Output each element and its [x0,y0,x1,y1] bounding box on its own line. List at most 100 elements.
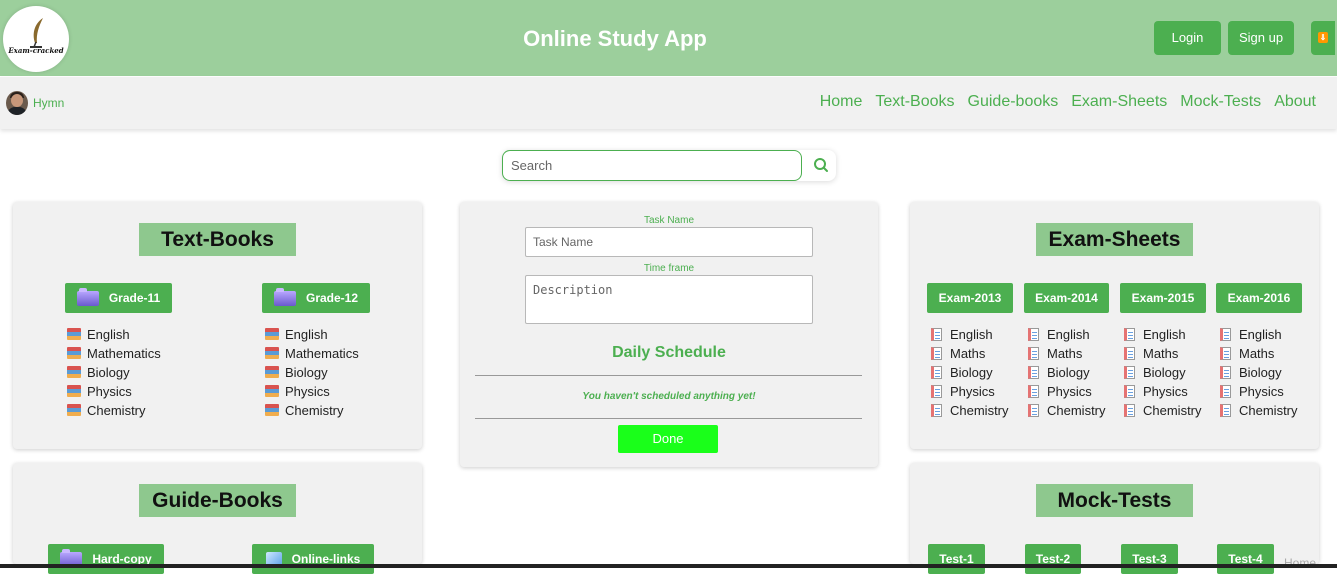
folder-icon [273,287,296,306]
done-button[interactable]: Done [618,425,718,453]
list-item[interactable]: Biology [1220,363,1298,382]
list-item[interactable]: English [1124,325,1202,344]
list-item[interactable]: Biology [1124,363,1202,382]
memo-icon [1124,404,1135,417]
nav-link-text-books[interactable]: Text-Books [875,93,954,111]
exam-2015-button[interactable]: Exam-2015 [1120,283,1206,313]
list-item[interactable]: Biology [67,363,161,382]
list-item[interactable]: English [1028,325,1106,344]
list-item[interactable]: Mathematics [265,344,359,363]
search-input[interactable] [502,150,802,181]
exam-2015-subjects: English Maths Biology Physics Chemistry [1124,325,1202,420]
test-3-button[interactable]: Test-3 [1121,544,1178,574]
exam-sheets-title: Exam-Sheets [1036,223,1193,256]
list-item[interactable]: Chemistry [265,401,359,420]
list-item[interactable]: Biology [931,363,1009,382]
test-2-button[interactable]: Test-2 [1025,544,1081,574]
memo-icon [1028,366,1039,379]
list-item[interactable]: Maths [1028,344,1106,363]
exam-2014-button[interactable]: Exam-2014 [1024,283,1109,313]
download-button[interactable]: ⇓ [1311,21,1335,55]
memo-icon [1220,404,1231,417]
list-item[interactable]: Chemistry [931,401,1009,420]
list-item[interactable]: Mathematics [67,344,161,363]
search-icon [814,158,828,172]
memo-icon [1124,347,1135,360]
memo-icon [1220,328,1231,341]
memo-icon [1028,385,1039,398]
signup-button[interactable]: Sign up [1228,21,1294,55]
list-item[interactable]: Physics [931,382,1009,401]
folder-icon [76,287,99,306]
task-name-input[interactable] [525,227,813,257]
memo-icon [1124,366,1135,379]
books-icon [67,404,81,416]
list-item[interactable]: Biology [1028,363,1106,382]
test-1-button[interactable]: Test-1 [928,544,985,574]
download-icon: ⇓ [1318,32,1328,43]
nav-link-exam-sheets[interactable]: Exam-Sheets [1071,93,1167,111]
time-frame-label: Time frame [643,263,695,274]
list-item[interactable]: English [265,325,359,344]
nav-link-mock-tests[interactable]: Mock-Tests [1180,93,1261,111]
list-item[interactable]: Chemistry [1124,401,1202,420]
memo-icon [1220,385,1231,398]
nav-link-guide-books[interactable]: Guide-books [968,93,1059,111]
books-icon [67,347,81,359]
memo-icon [1220,347,1231,360]
list-item[interactable]: Physics [1220,382,1298,401]
memo-icon [931,385,942,398]
books-icon [67,366,81,378]
guide-books-title: Guide-Books [139,484,296,517]
text-books-card: Text-Books Grade-11 Grade-12 English Mat… [13,202,422,449]
grade-11-button[interactable]: Grade-11 [65,283,172,313]
list-item[interactable]: Chemistry [67,401,161,420]
memo-icon [1028,328,1039,341]
memo-icon [1124,328,1135,341]
books-icon [265,385,279,397]
nav-link-home[interactable]: Home [820,93,863,111]
books-icon [265,328,279,340]
grade-11-subjects: English Mathematics Biology Physics Chem… [67,325,161,420]
list-item[interactable]: English [1220,325,1298,344]
text-books-title: Text-Books [139,223,296,256]
list-item[interactable]: Maths [1124,344,1202,363]
task-name-label: Task Name [643,215,694,226]
search-button[interactable] [806,150,836,181]
bottom-bar [0,564,1337,568]
list-item[interactable]: Physics [1124,382,1202,401]
logo[interactable]: Exam-cracked [3,6,69,72]
divider [475,418,862,419]
description-textarea[interactable] [525,275,813,324]
list-item[interactable]: Physics [265,382,359,401]
list-item[interactable]: Physics [67,382,161,401]
list-item[interactable]: Maths [1220,344,1298,363]
list-item[interactable]: Biology [265,363,359,382]
books-icon [265,366,279,378]
exam-2013-subjects: English Maths Biology Physics Chemistry [931,325,1009,420]
list-item[interactable]: English [931,325,1009,344]
books-icon [67,328,81,340]
list-item[interactable]: English [67,325,161,344]
nav-link-about[interactable]: About [1274,93,1316,111]
exam-2016-button[interactable]: Exam-2016 [1216,283,1302,313]
memo-icon [931,347,942,360]
books-icon [265,404,279,416]
list-item[interactable]: Chemistry [1028,401,1106,420]
avatar[interactable] [6,91,28,115]
books-icon [265,347,279,359]
mock-tests-card: Mock-Tests Test-1 Test-2 Test-3 Test-4 [910,463,1319,574]
grade-12-button[interactable]: Grade-12 [262,283,370,313]
hard-copy-button[interactable]: Hard-copy [48,544,164,574]
list-item[interactable]: Physics [1028,382,1106,401]
list-item[interactable]: Chemistry [1220,401,1298,420]
online-links-button[interactable]: Online-links [252,544,374,574]
username[interactable]: Hymn [33,96,64,110]
memo-icon [931,404,942,417]
exam-2016-subjects: English Maths Biology Physics Chemistry [1220,325,1298,420]
list-item[interactable]: Maths [931,344,1009,363]
exam-2013-button[interactable]: Exam-2013 [927,283,1013,313]
login-button[interactable]: Login [1154,21,1221,55]
memo-icon [1220,366,1231,379]
test-4-button[interactable]: Test-4 [1217,544,1274,574]
